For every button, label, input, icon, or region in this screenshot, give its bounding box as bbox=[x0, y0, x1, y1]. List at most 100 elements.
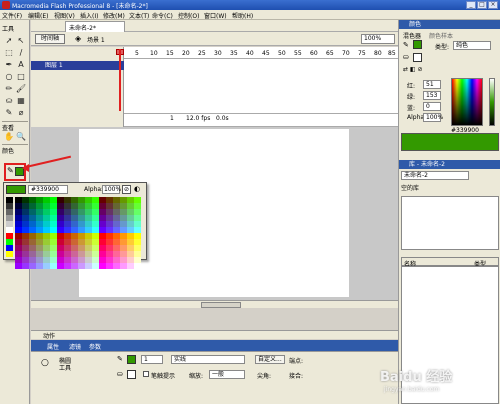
color-swatch[interactable] bbox=[22, 263, 29, 269]
paint-bucket-tool-icon[interactable]: ▦ bbox=[15, 96, 27, 106]
blue-label: 蓝: bbox=[407, 105, 416, 112]
smooth-checkbox[interactable] bbox=[143, 371, 149, 377]
mixer-stroke-swatch[interactable] bbox=[413, 40, 422, 49]
red-input[interactable]: 51 bbox=[423, 80, 441, 89]
red-label: 红: bbox=[407, 83, 416, 90]
tools-header: 工具 bbox=[2, 26, 15, 33]
stroke-style-select[interactable]: 实线 bbox=[171, 355, 245, 364]
pencil-tool-icon[interactable]: ✏ bbox=[3, 84, 15, 94]
tab-properties[interactable]: 属性 bbox=[47, 342, 59, 351]
text-tool-icon[interactable]: A bbox=[15, 60, 27, 70]
brightness-slider[interactable] bbox=[489, 78, 495, 126]
menu-window[interactable]: 窗口(W) bbox=[204, 11, 227, 20]
timeline-status: 1 12.0 fps 0.0s bbox=[124, 113, 398, 123]
horizontal-scrollbar[interactable] bbox=[31, 300, 398, 308]
color-swatch[interactable] bbox=[36, 263, 43, 269]
alpha-input[interactable]: 100% bbox=[102, 185, 121, 194]
free-transform-tool-icon[interactable]: ⬚ bbox=[3, 48, 15, 58]
menu-file[interactable]: 文件(F) bbox=[2, 11, 22, 20]
color-swatch[interactable] bbox=[134, 263, 141, 269]
stroke-color-swatch[interactable] bbox=[127, 355, 136, 364]
tab-filters[interactable]: 滤镜 bbox=[69, 342, 81, 351]
color-swatch[interactable] bbox=[29, 263, 36, 269]
scale-select[interactable]: 一般 bbox=[209, 370, 245, 379]
document-tab[interactable]: 未命名-2* bbox=[65, 21, 125, 32]
menu-text[interactable]: 文本(T) bbox=[129, 11, 149, 20]
mixer-fill-swatch[interactable] bbox=[413, 53, 422, 62]
maximize-button[interactable]: □ bbox=[477, 1, 487, 9]
blue-input[interactable]: 0 bbox=[423, 102, 441, 111]
color-swatch[interactable] bbox=[43, 263, 50, 269]
green-input[interactable]: 153 bbox=[423, 91, 441, 100]
scrollbar-thumb[interactable] bbox=[201, 302, 241, 308]
library-document-select[interactable]: 未命名-2 bbox=[401, 171, 469, 180]
color-swatch[interactable] bbox=[99, 263, 106, 269]
color-swatch[interactable] bbox=[127, 263, 134, 269]
menu-edit[interactable]: 编辑(E) bbox=[28, 11, 48, 20]
ruler-label: 15 bbox=[166, 50, 174, 57]
menu-bar: 文件(F) 编辑(E) 视图(V) 插入(I) 修改(M) 文本(T) 命令(C… bbox=[0, 10, 500, 20]
timeline-panel: 图层 1 5 10 15 20 25 30 35 40 45 50 55 60 … bbox=[31, 47, 398, 127]
menu-commands[interactable]: 命令(C) bbox=[152, 11, 173, 20]
menu-help[interactable]: 帮助(H) bbox=[232, 11, 253, 20]
color-swatch[interactable] bbox=[64, 263, 71, 269]
oval-tool-icon[interactable]: ○ bbox=[3, 72, 15, 82]
layer-row[interactable]: 图层 1 bbox=[31, 61, 124, 70]
fill-color-swatch[interactable] bbox=[127, 370, 136, 379]
menu-view[interactable]: 视图(V) bbox=[54, 11, 75, 20]
color-spectrum[interactable] bbox=[451, 78, 483, 126]
menu-insert[interactable]: 插入(I) bbox=[80, 11, 98, 20]
swap-colors-icon[interactable]: ⇄ ◧ ⊘ bbox=[403, 66, 423, 73]
tab-color-mixer[interactable]: 混色器 bbox=[403, 31, 421, 40]
timeline-toggle-button[interactable]: 时间轴 bbox=[35, 34, 65, 44]
eraser-tool-icon[interactable]: ⌀ bbox=[15, 108, 27, 118]
actions-panel-header[interactable]: 动作 bbox=[31, 330, 398, 340]
color-picker-icon[interactable]: ◐ bbox=[134, 185, 143, 194]
color-swatch[interactable] bbox=[85, 263, 92, 269]
stroke-pencil-icon: ✎ bbox=[117, 355, 123, 363]
zoom-select[interactable]: 100% bbox=[361, 34, 395, 44]
selection-tool-icon[interactable]: ➚ bbox=[3, 36, 15, 46]
alpha-input[interactable]: 100% bbox=[423, 113, 443, 122]
eyedropper-tool-icon[interactable]: ✎ bbox=[3, 108, 15, 118]
ruler-label: 40 bbox=[246, 50, 254, 57]
brush-tool-icon[interactable]: 🖌 bbox=[15, 84, 27, 94]
color-swatch[interactable] bbox=[92, 263, 99, 269]
color-panel-header[interactable]: 颜色 bbox=[399, 20, 500, 29]
zoom-tool-icon[interactable]: 🔍 bbox=[15, 132, 27, 142]
color-swatch[interactable] bbox=[57, 263, 64, 269]
join-label: 接合: bbox=[289, 373, 304, 380]
library-panel-header[interactable]: 库 - 未命名-2 bbox=[399, 160, 500, 169]
color-swatch[interactable] bbox=[120, 263, 127, 269]
pen-tool-icon[interactable]: ✒ bbox=[3, 60, 15, 70]
ruler-label: 55 bbox=[294, 50, 302, 57]
green-label: 绿: bbox=[407, 94, 416, 101]
tab-parameters[interactable]: 参数 bbox=[89, 342, 101, 351]
color-swatch[interactable] bbox=[78, 263, 85, 269]
swatch-grid[interactable] bbox=[6, 197, 146, 269]
no-color-icon[interactable]: ⊘ bbox=[122, 185, 131, 194]
tab-color-swatches[interactable]: 颜色样本 bbox=[429, 31, 453, 40]
ink-bottle-tool-icon[interactable]: ⛀ bbox=[3, 96, 15, 106]
color-swatch[interactable] bbox=[15, 263, 22, 269]
menu-modify[interactable]: 修改(M) bbox=[103, 11, 125, 20]
color-swatch[interactable] bbox=[113, 263, 120, 269]
hex-input[interactable]: #339900 bbox=[28, 185, 68, 194]
close-button[interactable]: × bbox=[488, 1, 498, 9]
color-swatch[interactable] bbox=[71, 263, 78, 269]
color-swatch[interactable] bbox=[106, 263, 113, 269]
color-swatch[interactable] bbox=[6, 251, 13, 257]
scale-label: 缩放: bbox=[189, 373, 204, 380]
ruler-label: 75 bbox=[358, 50, 366, 57]
subselection-tool-icon[interactable]: ↖ bbox=[15, 36, 27, 46]
custom-button[interactable]: 自定义... bbox=[255, 355, 285, 364]
color-swatch[interactable] bbox=[50, 263, 57, 269]
minimize-button[interactable]: _ bbox=[466, 1, 476, 9]
hand-tool-icon[interactable]: ✋ bbox=[3, 132, 15, 142]
menu-control[interactable]: 控制(O) bbox=[178, 11, 199, 20]
lasso-tool-icon[interactable]: ∕ bbox=[15, 48, 27, 58]
rectangle-tool-icon[interactable]: □ bbox=[15, 72, 27, 82]
ruler-label: 80 bbox=[374, 50, 382, 57]
fill-type-select[interactable]: 纯色 bbox=[453, 41, 491, 50]
stroke-size-input[interactable]: 1 bbox=[141, 355, 163, 364]
